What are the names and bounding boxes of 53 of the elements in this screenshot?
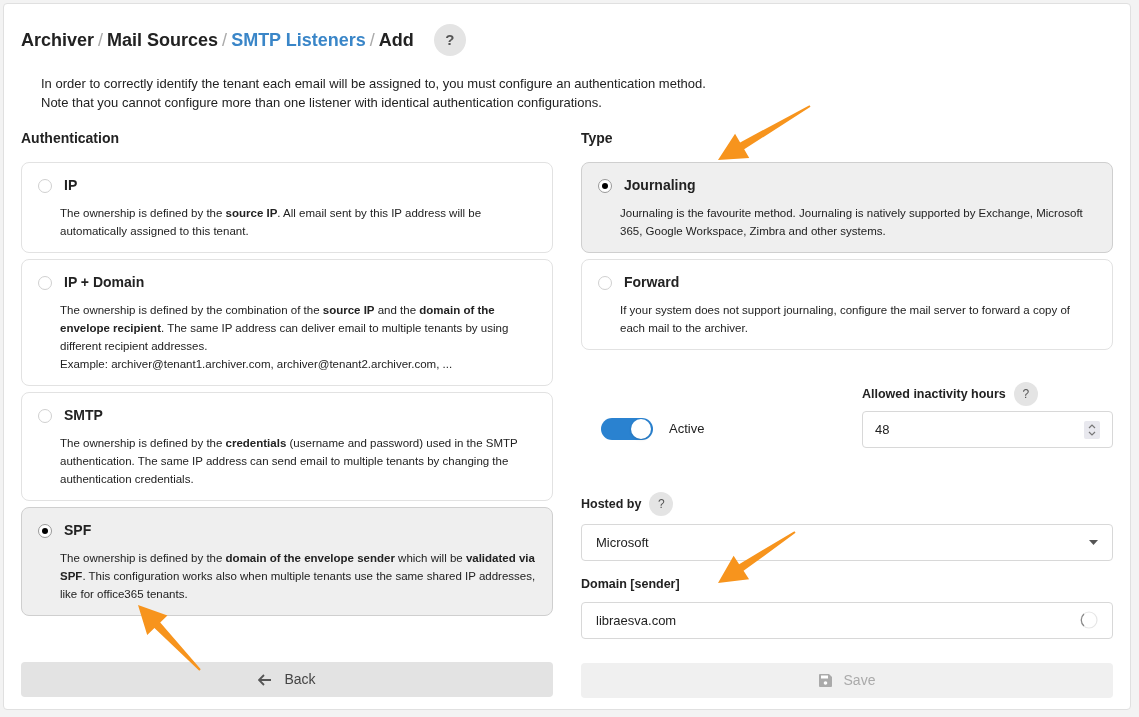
option-title: SPF — [64, 521, 92, 540]
intro-text: Note that you cannot configure more than one listener with identical authentication configurations. — [41, 94, 603, 112]
breadcrumb-separator: / — [98, 28, 104, 52]
option-description: The ownership is defined by the combination of the source IP and the domain of the envelope recipient. The same IP address can deliver email to multiple tenants by using different recipient addresses. — [60, 303, 510, 354]
help-button[interactable]: ? — [433, 24, 466, 56]
option-description: The ownership is defined by the domain of the envelope sender which will be validated via SPF. This configuration works also when multiple tenants use the same shared IP addresses, like for office365 tenants. — [60, 551, 536, 602]
radio-button[interactable] — [38, 275, 52, 290]
toggle-label: Active — [669, 420, 705, 439]
option-description: Journaling is the favourite method. Journaling is natively supported by Exchange, Microsoft 365, Google Workspace, Zimbra and other systems. — [620, 206, 1084, 239]
breadcrumb-separator: / — [369, 28, 375, 52]
option-example: Example: archiver@tenant1.archiver.com, archiver@tenant2.archiver.com, ... — [60, 357, 454, 372]
caret-icon — [1089, 540, 1098, 545]
option-card[interactable]: Journaling Journaling is the favourite method. Journaling is natively supported by Exchange, Microsoft 365, Google Workspace, Zimbra and other systems. — [581, 162, 1113, 253]
left-arrow-icon — [258, 673, 273, 686]
section-title: Authentication — [21, 129, 120, 148]
breadcrumb-link[interactable]: SMTP Listeners — [231, 26, 366, 54]
toggle-switch[interactable] — [601, 418, 653, 440]
option-card[interactable]: IP The ownership is defined by the source IP. All email sent by this IP address will be automatically assigned to this tenant. — [21, 162, 553, 253]
select-field[interactable]: Microsoft — [581, 524, 1113, 561]
annotation-arrow — [138, 605, 201, 671]
field-label: Allowed inactivity hours — [862, 385, 1006, 403]
radio-button[interactable] — [38, 408, 52, 423]
breadcrumb-item: Mail Sources — [107, 28, 219, 52]
option-title: IP + Domain — [64, 273, 145, 292]
breadcrumb-separator: / — [222, 28, 228, 52]
option-title: SMTP — [64, 406, 103, 425]
radio-button[interactable] — [38, 178, 52, 193]
option-card[interactable] — [21, 507, 553, 616]
intro-text: In order to correctly identify the tenant each email will be assigned to, you must configure an authentication method. — [41, 75, 707, 93]
input-field[interactable]: libraesva.com — [581, 601, 1113, 639]
section-title: Type — [581, 129, 614, 148]
option-title: IP — [64, 176, 78, 195]
option-description: If your system does not support journaling, configure the mail server to forward a copy of each mail to the archiver. — [620, 303, 1071, 336]
help-button[interactable]: ? — [1013, 382, 1038, 406]
option-card[interactable] — [21, 259, 553, 386]
help-button[interactable]: ? — [649, 492, 674, 516]
option-title: Journaling — [624, 176, 696, 195]
option-description: The ownership is defined by the source IP. All email sent by this IP address will be automatically assigned to this tenant. — [60, 206, 483, 239]
breadcrumb-item: Add — [378, 28, 414, 52]
radio-button[interactable] — [598, 275, 612, 290]
breadcrumb-item: Archiver — [21, 28, 95, 52]
option-description: The ownership is defined by the credentials (username and password) used in the SMTP authentication. The same IP address can send email to multiple tenants by changing the authentication credentials. — [60, 436, 519, 487]
option-title: Forward — [624, 273, 680, 292]
option-card[interactable]: Forward If your system does not support journaling, configure the mail server to forward a copy of each mail to the archiver. — [581, 259, 1113, 350]
radio-button[interactable] — [38, 523, 52, 538]
stepper-icon[interactable] — [1084, 420, 1100, 439]
field-label: Hosted by — [581, 495, 642, 513]
number-field[interactable]: 48 — [862, 411, 1113, 448]
radio-button[interactable] — [598, 178, 612, 193]
option-card[interactable] — [21, 392, 553, 501]
field-label: Domain [sender] — [581, 576, 681, 593]
spinner-icon — [1080, 611, 1098, 630]
back-button[interactable]: Back — [21, 662, 553, 697]
